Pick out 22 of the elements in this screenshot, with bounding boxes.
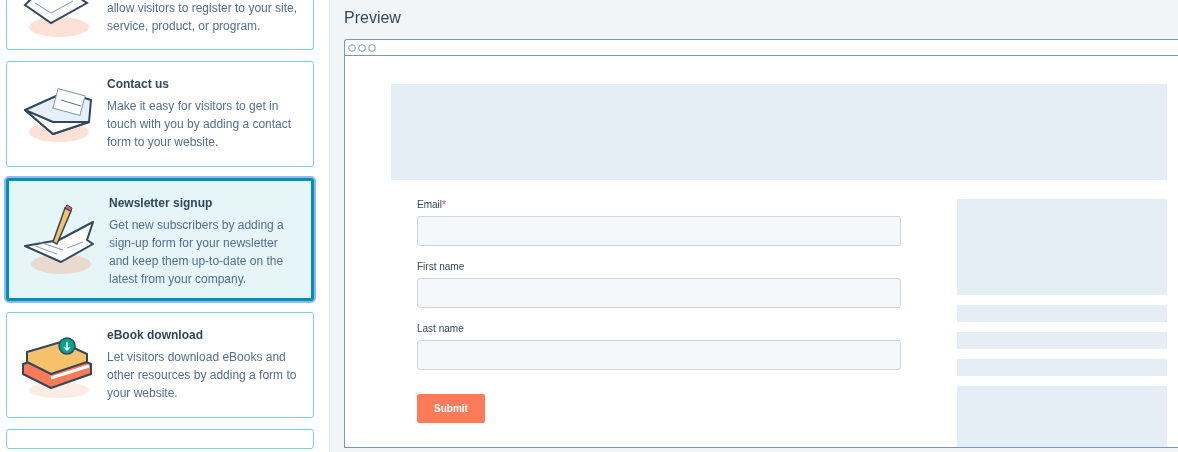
window-dots-icon bbox=[348, 43, 376, 52]
input-field[interactable] bbox=[417, 216, 901, 246]
field-label: Last name bbox=[417, 322, 465, 336]
card-description: allow visitors to register to your site, service, product, or program. bbox=[107, 0, 299, 35]
books-icon bbox=[21, 334, 93, 400]
field-label: Email* bbox=[417, 198, 447, 212]
card-title: eBook download bbox=[107, 327, 204, 343]
template-card[interactable]: Contact us Make it easy for visitors to get in touch with you by adding a contact form to your website. bbox=[6, 61, 314, 167]
template-card[interactable] bbox=[6, 429, 314, 449]
template-card[interactable]: eBook download Let visitors download eBooks and other resources by adding a form to your website. bbox=[6, 312, 314, 418]
preview-heading: Preview bbox=[344, 8, 402, 28]
input-field[interactable] bbox=[417, 340, 901, 370]
card-description: Make it easy for visitors to get in touch with you by adding a contact form to your website. bbox=[107, 98, 293, 151]
card-description: Get new subscribers by adding a sign-up form for your newsletter and keep them up-to-date on the latest from your company. bbox=[109, 217, 285, 288]
card-description: Let visitors download eBooks and other resources by adding a form to your website. bbox=[107, 349, 298, 402]
input-field[interactable] bbox=[417, 278, 901, 308]
required-mark: * bbox=[442, 199, 446, 210]
card-title: Contact us bbox=[107, 76, 170, 92]
card-title: Newsletter signup bbox=[109, 195, 214, 211]
template-card[interactable]: allow visitors to register to your site, service, product, or program. bbox=[6, 0, 314, 50]
field-label: First name bbox=[417, 260, 466, 274]
template-card[interactable]: Newsletter signup Get new subscribers by adding a sign-up form for your newsletter and keep them up-to-date on the latest from your company. bbox=[6, 178, 314, 301]
